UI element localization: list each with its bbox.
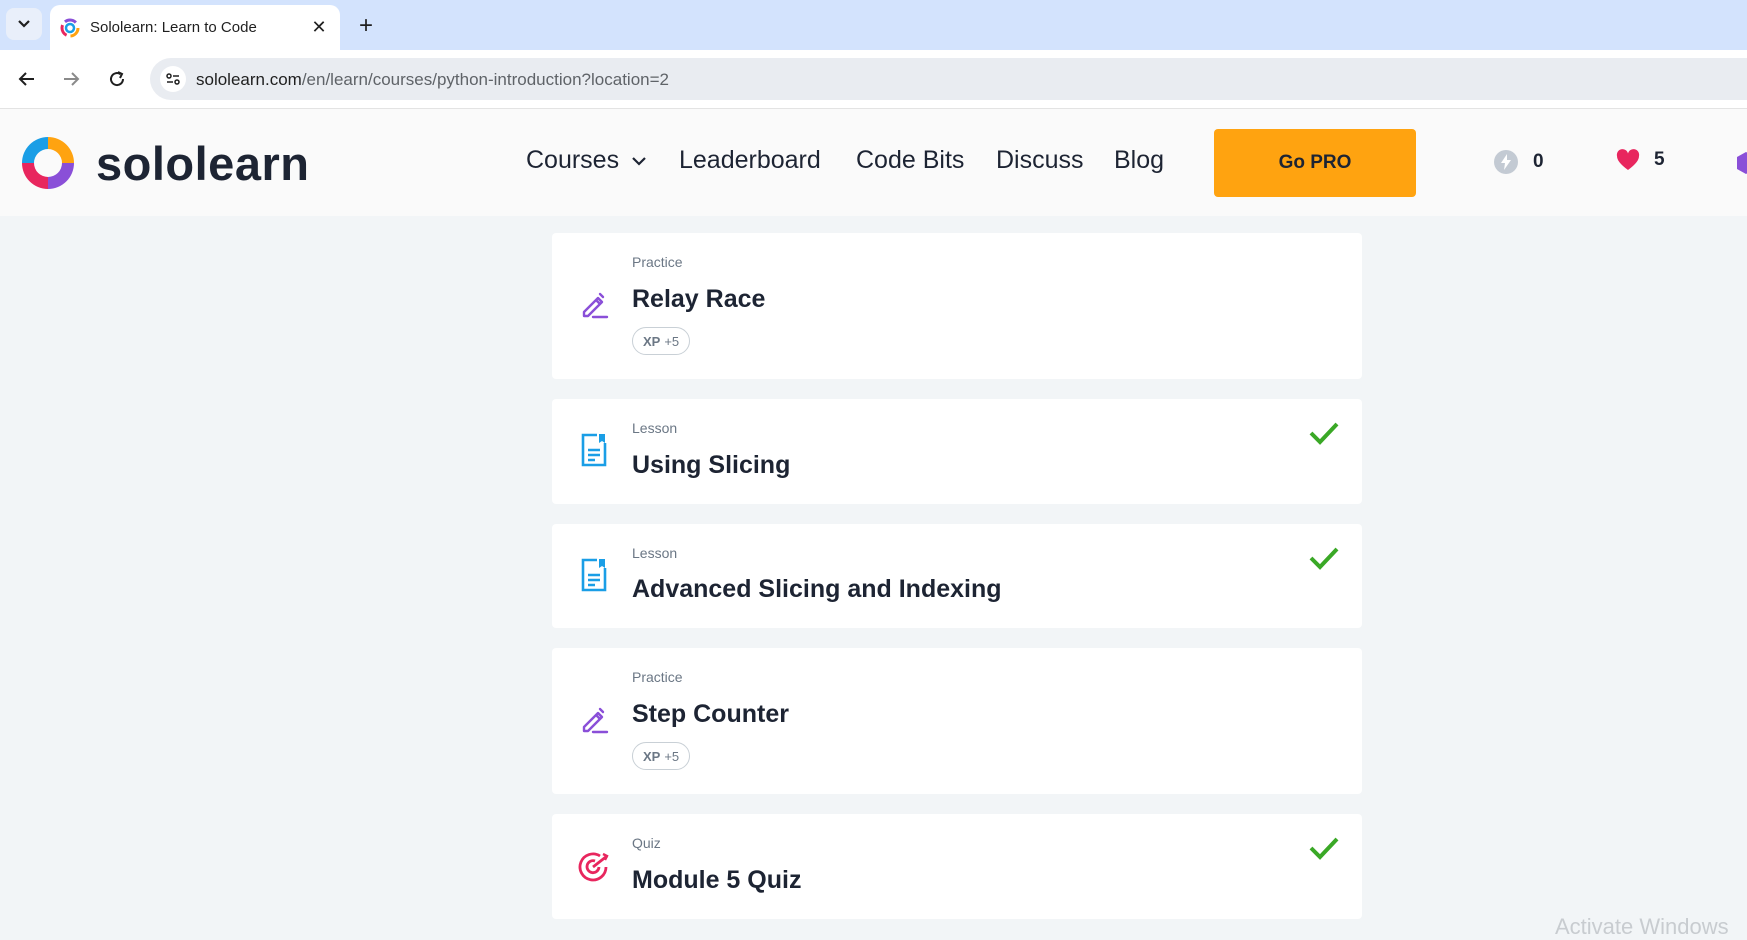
- site-info-icon[interactable]: [160, 66, 186, 92]
- list-item-lesson[interactable]: Lesson Advanced Slicing and Indexing: [552, 524, 1362, 628]
- item-type: Lesson: [632, 545, 678, 561]
- item-type: Quiz: [632, 835, 661, 851]
- xp-label: XP: [643, 748, 661, 764]
- nav-courses-label: Courses: [526, 146, 620, 174]
- tab-search-button[interactable]: [6, 8, 42, 40]
- lesson-document-icon: [578, 558, 610, 592]
- xp-badge: XP +5: [632, 327, 691, 355]
- browser-tab-active[interactable]: Sololearn: Learn to Code ✕: [50, 5, 340, 50]
- lightning-icon: [1494, 150, 1518, 174]
- url-host: sololearn.com: [196, 70, 302, 89]
- chevron-down-icon: [632, 156, 646, 166]
- checkmark-icon: [1309, 837, 1339, 860]
- chevron-down-icon: [18, 20, 30, 28]
- address-bar[interactable]: sololearn.com/en/learn/courses/python-in…: [150, 58, 1747, 100]
- lesson-document-icon: [578, 433, 610, 467]
- back-button[interactable]: [12, 64, 42, 94]
- tab-title: Sololearn: Learn to Code: [90, 19, 257, 36]
- item-type: Lesson: [632, 420, 678, 436]
- pencil-icon: [578, 704, 610, 736]
- new-tab-button[interactable]: +: [352, 12, 380, 40]
- nav-discuss[interactable]: Discuss: [996, 146, 1084, 175]
- target-icon: [578, 850, 610, 882]
- item-type: Practice: [632, 669, 683, 685]
- list-item-practice[interactable]: Practice Relay Race XP +5: [552, 233, 1362, 379]
- checkmark-icon: [1309, 422, 1339, 445]
- reload-icon: [110, 71, 125, 87]
- energy-count: 0: [1533, 151, 1544, 172]
- forward-button[interactable]: [56, 64, 86, 94]
- item-title: Relay Race: [632, 285, 766, 313]
- heart-icon: [1616, 149, 1640, 170]
- url-path: /en/learn/courses/python-introduction?lo…: [301, 70, 669, 89]
- list-item-quiz[interactable]: Quiz Module 5 Quiz: [552, 814, 1362, 919]
- go-pro-button[interactable]: Go PRO: [1214, 129, 1416, 197]
- xp-label: XP: [643, 333, 661, 349]
- sololearn-logo[interactable]: sololearn: [18, 133, 309, 193]
- nav-blog[interactable]: Blog: [1114, 146, 1164, 175]
- browser-tabstrip: Sololearn: Learn to Code ✕ +: [0, 0, 1747, 50]
- list-item-practice[interactable]: Practice Step Counter XP +5: [552, 648, 1362, 794]
- pencil-icon: [578, 289, 610, 321]
- browser-toolbar: sololearn.com/en/learn/courses/python-in…: [0, 50, 1747, 109]
- gem-icon[interactable]: [1736, 151, 1747, 175]
- close-tab-icon[interactable]: ✕: [308, 17, 330, 39]
- sololearn-logo-icon: [22, 137, 74, 189]
- nav-courses[interactable]: Courses: [526, 146, 647, 175]
- item-type: Practice: [632, 254, 683, 270]
- activate-windows-watermark: Activate Windows: [1555, 914, 1729, 939]
- xp-value: +5: [664, 748, 680, 764]
- arrow-right-icon: [64, 72, 80, 86]
- hearts-counter[interactable]: 5: [1616, 149, 1665, 171]
- hearts-count: 5: [1654, 149, 1665, 170]
- item-title: Module 5 Quiz: [632, 866, 802, 894]
- url-text: sololearn.com/en/learn/courses/python-in…: [196, 70, 669, 90]
- item-title: Using Slicing: [632, 451, 791, 479]
- nav-leaderboard[interactable]: Leaderboard: [679, 146, 821, 175]
- checkmark-icon: [1309, 547, 1339, 570]
- arrow-left-icon: [18, 72, 34, 86]
- nav-code-bits[interactable]: Code Bits: [856, 146, 964, 175]
- item-title: Step Counter: [632, 700, 789, 728]
- reload-button[interactable]: [102, 64, 132, 94]
- list-item-lesson[interactable]: Lesson Using Slicing: [552, 399, 1362, 504]
- logo-text: sololearn: [96, 136, 310, 190]
- xp-value: +5: [664, 333, 680, 349]
- site-header: sololearn Courses Leaderboard Code Bits …: [0, 109, 1747, 216]
- item-title: Advanced Slicing and Indexing: [632, 575, 1002, 603]
- energy-counter[interactable]: 0: [1493, 149, 1544, 175]
- xp-badge: XP +5: [632, 742, 691, 770]
- sololearn-favicon-icon: [60, 18, 80, 38]
